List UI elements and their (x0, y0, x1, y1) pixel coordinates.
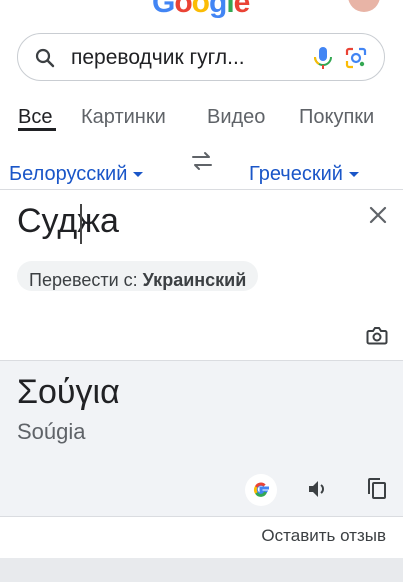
camera-translate-icon[interactable] (365, 325, 389, 352)
speaker-icon[interactable] (306, 477, 330, 506)
transliteration-text: Soúgia (17, 419, 86, 444)
google-logo[interactable]: Google (152, 0, 251, 20)
dropdown-caret-icon (133, 172, 144, 178)
search-icon (35, 48, 55, 73)
detected-language-chip[interactable]: Перевести с: Украинский (17, 261, 259, 291)
source-language-select[interactable]: Белорусский (9, 163, 144, 186)
mic-icon[interactable] (312, 45, 334, 76)
logo-letter: G (152, 0, 175, 19)
logo-letter: g (209, 0, 227, 19)
search-bar[interactable]: переводчик гугл... (17, 33, 385, 81)
text-cursor (80, 204, 82, 244)
source-text-input[interactable]: Суджа (17, 202, 119, 241)
detected-language-prefix: Перевести с: (29, 270, 138, 290)
target-language-label: Греческий (249, 163, 343, 185)
target-language-select[interactable]: Греческий (249, 163, 359, 186)
logo-letter: e (233, 0, 251, 19)
tab-shopping[interactable]: Покупки (299, 106, 374, 129)
source-language-label: Белорусский (9, 163, 128, 185)
tab-images[interactable]: Картинки (81, 106, 166, 129)
logo-letter: o (174, 0, 192, 19)
detected-language-name: Украинский (142, 270, 247, 290)
logo-letter: l (226, 0, 234, 19)
translation-result-panel: Σούγια Soúgia (0, 360, 403, 517)
dropdown-caret-icon (348, 172, 359, 178)
tab-video[interactable]: Видео (207, 106, 265, 129)
swap-languages-icon[interactable] (189, 150, 215, 177)
lens-icon[interactable] (344, 46, 368, 75)
copy-icon[interactable] (366, 477, 388, 506)
send-feedback-link[interactable]: Оставить отзыв (261, 526, 386, 546)
google-translate-icon[interactable] (245, 474, 277, 506)
active-tab-indicator (18, 128, 56, 131)
clear-text-icon[interactable] (368, 205, 388, 230)
tab-all[interactable]: Все (18, 106, 52, 129)
logo-letter: o (191, 0, 210, 19)
search-input[interactable]: переводчик гугл... (71, 46, 293, 70)
avatar[interactable] (348, 0, 380, 12)
bottom-divider-bar (0, 558, 403, 582)
translated-text: Σούγια (17, 373, 120, 411)
search-tabs: Все Картинки Видео Покупки (0, 106, 403, 136)
divider (0, 189, 403, 190)
